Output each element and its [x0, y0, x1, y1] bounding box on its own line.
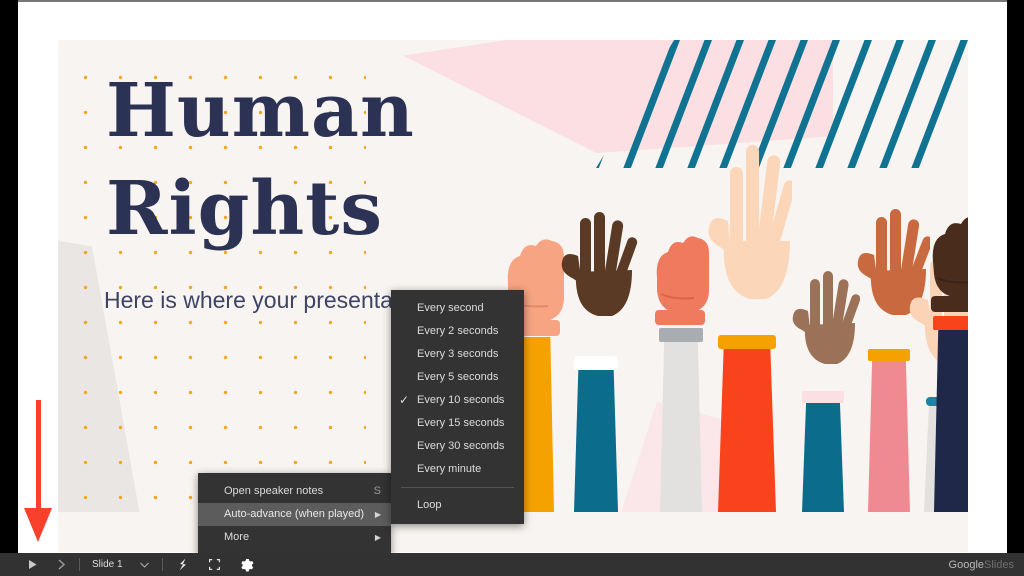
- submenu-arrow-icon: ▶: [374, 510, 381, 519]
- slide-title-line-2: Rights: [106, 166, 383, 253]
- checkmark-icon: ✓: [399, 393, 410, 407]
- brand-slides: Slides: [984, 558, 1014, 571]
- google-slides-branding: GoogleSlides: [949, 559, 1024, 571]
- menu-item-more[interactable]: More ▶: [198, 526, 391, 549]
- submenu-item-every-10-seconds[interactable]: ✓ Every 10 seconds: [391, 389, 524, 412]
- play-button[interactable]: [18, 553, 47, 576]
- submenu-item-every-2-seconds[interactable]: Every 2 seconds: [391, 320, 524, 343]
- slide-title: Human Rights: [106, 62, 526, 259]
- submenu-item-label: Every 10 seconds: [417, 394, 505, 406]
- annotation-arrow-stem: [36, 400, 41, 512]
- submenu-item-label: Every minute: [417, 463, 482, 475]
- context-menu[interactable]: Open speaker notes S Auto-advance (when …: [198, 473, 391, 556]
- presentation-viewer: Human Rights Here is where your presenta…: [0, 0, 1024, 576]
- submenu-item-label: Every second: [417, 302, 484, 314]
- submenu-item-label: Every 15 seconds: [417, 417, 505, 429]
- submenu-arrow-icon: ▶: [374, 533, 381, 542]
- submenu-item-every-3-seconds[interactable]: Every 3 seconds: [391, 343, 524, 366]
- toolbar-divider: [79, 558, 80, 571]
- menu-item-label: Auto-advance (when played): [224, 508, 365, 520]
- submenu-item-every-second[interactable]: Every second: [391, 297, 524, 320]
- submenu-item-loop[interactable]: Loop: [391, 494, 524, 517]
- menu-item-label: More: [224, 531, 250, 543]
- next-slide-button[interactable]: [47, 553, 75, 576]
- submenu-item-label: Every 3 seconds: [417, 348, 499, 360]
- presentation-toolbar: Slide 1 GoogleSlides: [0, 553, 1024, 576]
- menu-item-shortcut: S: [373, 485, 381, 497]
- menu-item-auto-advance[interactable]: Auto-advance (when played) ▶: [198, 503, 391, 526]
- menu-item-open-speaker-notes[interactable]: Open speaker notes S: [198, 480, 391, 503]
- submenu-item-label: Every 5 seconds: [417, 371, 499, 383]
- annotation-arrow-head: [24, 508, 52, 542]
- submenu-divider: [401, 487, 514, 488]
- settings-button[interactable]: [230, 553, 263, 576]
- menu-item-label: Open speaker notes: [224, 485, 324, 497]
- submenu-item-label: Loop: [417, 499, 442, 511]
- brand-google: Google: [948, 558, 985, 571]
- submenu-item-every-5-seconds[interactable]: Every 5 seconds: [391, 366, 524, 389]
- toolbar-divider: [161, 558, 163, 571]
- auto-advance-submenu[interactable]: Every second Every 2 seconds Every 3 sec…: [391, 290, 524, 524]
- slide-dropdown-button[interactable]: [131, 553, 158, 576]
- slide-title-line-1: Human: [106, 68, 415, 154]
- submenu-item-every-minute[interactable]: Every minute: [391, 458, 524, 481]
- submenu-item-every-15-seconds[interactable]: Every 15 seconds: [391, 412, 524, 435]
- fullscreen-button[interactable]: [199, 553, 230, 576]
- submenu-item-label: Every 30 seconds: [417, 440, 505, 452]
- submenu-item-label: Every 2 seconds: [417, 325, 499, 337]
- slide-indicator[interactable]: Slide 1: [84, 559, 131, 570]
- laser-pointer-button[interactable]: [167, 553, 199, 576]
- submenu-item-every-30-seconds[interactable]: Every 30 seconds: [391, 435, 524, 458]
